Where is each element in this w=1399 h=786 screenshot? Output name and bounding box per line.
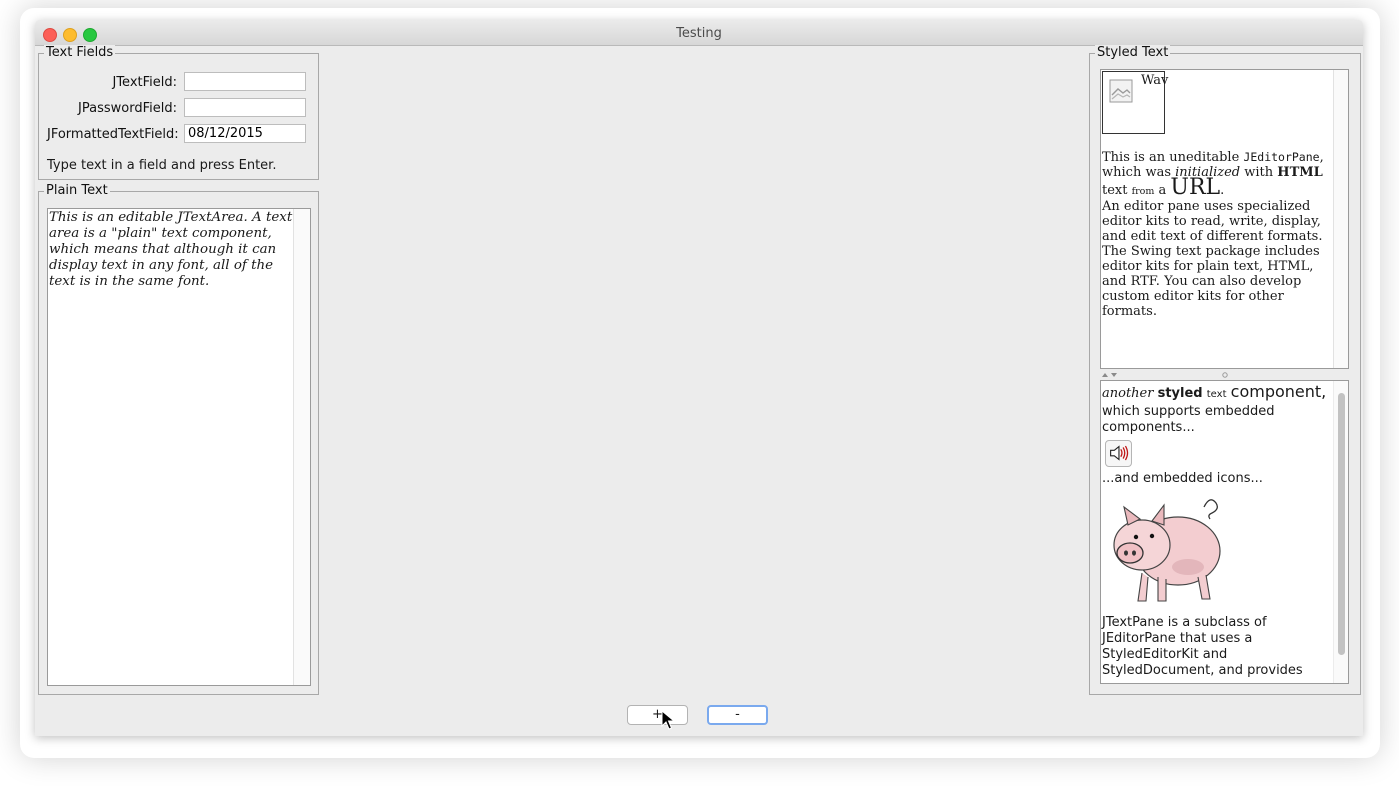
- editor-text-f: .: [1220, 183, 1225, 198]
- editor-text-d: text: [1102, 183, 1132, 198]
- split-down-arrow-icon[interactable]: [1111, 373, 1117, 377]
- text-pane-large-component: component,: [1230, 382, 1327, 401]
- editor-bold-html: HTML: [1277, 165, 1323, 180]
- jformattedtextfield-input[interactable]: [184, 124, 306, 143]
- text-pane-small-text: text: [1206, 389, 1227, 400]
- minus-button[interactable]: -: [707, 705, 768, 725]
- styled-text-title: Styled Text: [1095, 45, 1171, 61]
- text-pane-scrollbar[interactable]: [1333, 381, 1348, 683]
- text-fields-hint: Type text in a field and press Enter.: [47, 158, 277, 173]
- broken-image-icon: [1109, 79, 1133, 103]
- editor-pane[interactable]: Wav This is an uneditable JEditorPane, w…: [1100, 69, 1349, 369]
- plain-text-title: Plain Text: [44, 183, 110, 199]
- jpasswordfield-input[interactable]: [184, 98, 306, 117]
- split-up-arrow-icon[interactable]: [1102, 373, 1108, 377]
- app-window: Testing Text Fields JTextField: JPasswor…: [35, 20, 1363, 736]
- mouse-cursor-icon: [661, 710, 675, 730]
- split-pane-divider[interactable]: [1100, 372, 1349, 378]
- jformattedtextfield-label: JFormattedTextField:: [47, 127, 179, 142]
- speaker-button[interactable]: [1105, 440, 1132, 467]
- pig-icon: [1113, 499, 1221, 602]
- window-title: Testing: [676, 26, 722, 41]
- editor-text-a: This is an uneditable: [1102, 150, 1244, 165]
- text-pane-bold-styled: styled: [1157, 386, 1203, 401]
- plus-button[interactable]: +: [627, 705, 688, 725]
- image-frame: Wav: [1102, 71, 1169, 134]
- editor-paragraph-2: An editor pane uses specialized editor k…: [1102, 199, 1323, 319]
- text-pane-scroll-thumb[interactable]: [1338, 393, 1345, 655]
- styled-text-panel: Styled Text Wav This is an uneditable JE…: [1089, 45, 1361, 695]
- text-fields-title: Text Fields: [44, 45, 116, 61]
- jpasswordfield-label: JPasswordField:: [78, 101, 177, 116]
- speaker-icon: [1110, 445, 1129, 461]
- editor-text-c: with: [1240, 165, 1278, 180]
- text-fields-panel: Text Fields JTextField: JPasswordField: …: [38, 45, 319, 180]
- text-pane-line-b: which supports embedded components...: [1102, 404, 1275, 435]
- text-pane[interactable]: another styled text component, which sup…: [1100, 380, 1349, 684]
- text-pane-line-d: JTextPane is a subclass of JEditorPane t…: [1102, 615, 1303, 678]
- text-pane-italic-another: another: [1102, 386, 1154, 401]
- editor-big-url: URL: [1170, 175, 1221, 200]
- plain-text-area[interactable]: This is an editable JTextArea. A text ar…: [47, 208, 311, 686]
- editor-text: This is an uneditable JEditorPane, which…: [1102, 150, 1332, 319]
- editor-text-e: a: [1154, 183, 1171, 198]
- split-grip-icon: [1222, 372, 1228, 378]
- text-pane-line-c: ...and embedded icons...: [1102, 471, 1263, 486]
- image-alt-text: Wav: [1141, 73, 1169, 88]
- editor-scrollbar[interactable]: [1333, 70, 1348, 368]
- plain-text-body: This is an editable JTextArea. A text ar…: [49, 210, 293, 289]
- editor-code-jeditorpane: JEditorPane: [1243, 150, 1320, 164]
- editor-small-from: from: [1131, 186, 1155, 197]
- jtextfield-input[interactable]: [184, 72, 306, 91]
- plain-text-panel: Plain Text This is an editable JTextArea…: [38, 183, 319, 695]
- editor-paragraph-1: This is an uneditable JEditorPane, which…: [1102, 150, 1332, 199]
- text-pane-line-a: another styled text component,: [1102, 383, 1334, 404]
- title-bar[interactable]: Testing: [35, 20, 1363, 46]
- text-pane-content: another styled text component, which sup…: [1102, 381, 1334, 679]
- plain-text-scrollbar[interactable]: [293, 209, 310, 685]
- jtextfield-label: JTextField:: [112, 75, 177, 90]
